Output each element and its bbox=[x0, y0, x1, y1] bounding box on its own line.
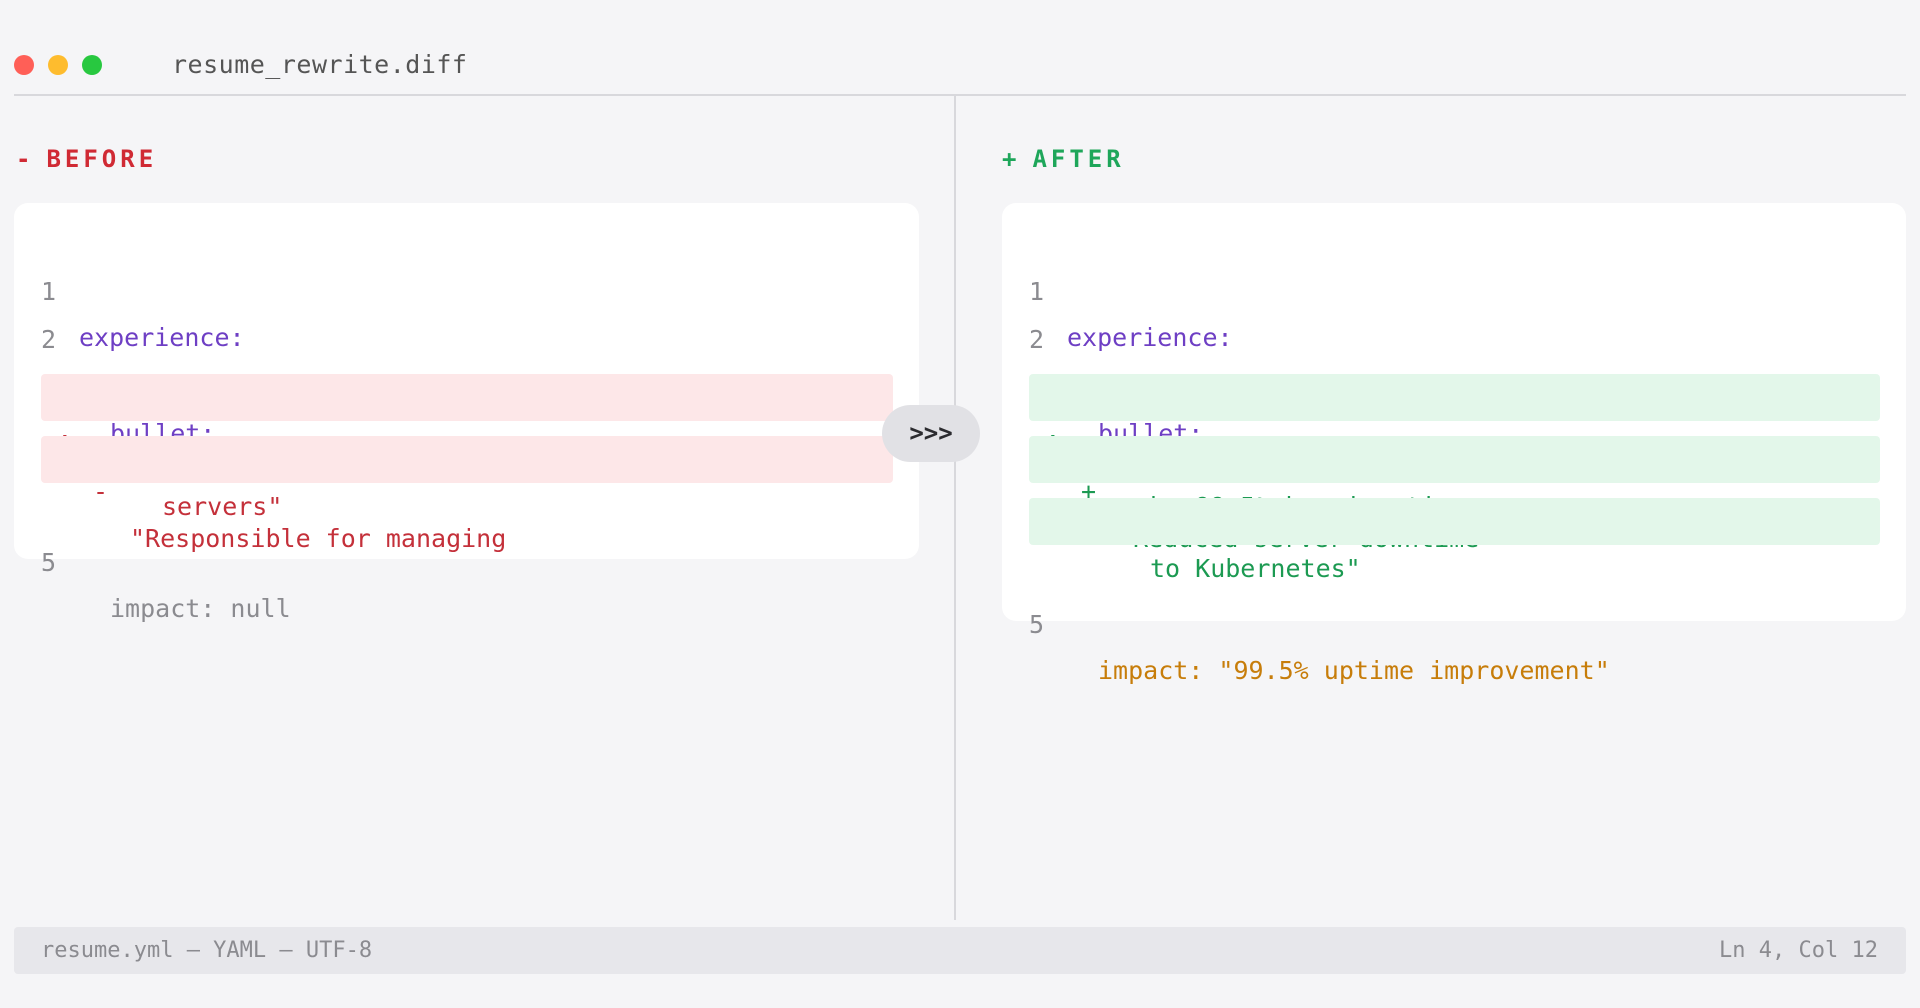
code-line[interactable]: 3 bullet: bbox=[1002, 319, 1906, 448]
before-label: BEFORE bbox=[46, 145, 158, 173]
after-header: + AFTER bbox=[1002, 145, 1125, 173]
after-code-panel[interactable]: 1 experience: 2 role: "DevOps Engineer" … bbox=[1002, 203, 1906, 685]
before-code-panel[interactable]: 1 experience: 2 role: "System Administra… bbox=[14, 203, 919, 623]
line-number: 5 bbox=[1029, 610, 1045, 639]
code-line[interactable]: 1 experience: bbox=[14, 223, 919, 352]
code-text: impact: null bbox=[110, 594, 291, 623]
added-line-continuation[interactable]: by 99.5% by migrating bbox=[1029, 436, 1880, 521]
before-header: - BEFORE bbox=[16, 145, 157, 173]
minus-icon: - bbox=[16, 145, 35, 173]
window-title: resume_rewrite.diff bbox=[172, 50, 468, 79]
file-info: resume.yml — YAML — UTF-8 bbox=[41, 938, 373, 963]
diff-window: resume_rewrite.diff - BEFORE + AFTER 1 exp… bbox=[0, 0, 1920, 1008]
status-bar: resume.yml — YAML — UTF-8 Ln 4, Col 12 bbox=[14, 927, 1906, 974]
removed-line[interactable]: 4 - "Responsible for managing bbox=[41, 374, 893, 553]
code-line[interactable]: 5 impact: "99.5% uptime improvement" bbox=[1002, 556, 1906, 685]
cursor-position[interactable]: Ln 4, Col 12 bbox=[1719, 927, 1878, 974]
after-label: AFTER bbox=[1032, 145, 1125, 173]
close-window-button[interactable] bbox=[14, 55, 34, 75]
line-number: 5 bbox=[41, 548, 57, 577]
code-line[interactable]: 2 role: "DevOps Engineer" bbox=[1002, 271, 1906, 400]
minimize-window-button[interactable] bbox=[48, 55, 68, 75]
code-line[interactable]: 1 experience: bbox=[1002, 223, 1906, 352]
code-line[interactable]: 2 role: "System Administrator" bbox=[14, 271, 919, 400]
added-line[interactable]: 4 + "Reduced server downtime bbox=[1029, 374, 1880, 553]
added-line-continuation[interactable]: to Kubernetes" bbox=[1029, 498, 1880, 583]
title-bar: resume_rewrite.diff bbox=[14, 40, 1906, 96]
removed-line-continuation[interactable]: servers" bbox=[41, 436, 893, 521]
plus-icon: + bbox=[1002, 145, 1021, 173]
code-text: impact: "99.5% uptime improvement" bbox=[1098, 656, 1610, 685]
maximize-window-button[interactable] bbox=[82, 55, 102, 75]
pane-divider bbox=[954, 96, 956, 920]
transform-arrow-button[interactable]: >>> bbox=[882, 405, 980, 462]
code-line[interactable]: 3 bullet: bbox=[14, 319, 919, 448]
code-line[interactable]: 5 impact: null bbox=[14, 494, 919, 623]
